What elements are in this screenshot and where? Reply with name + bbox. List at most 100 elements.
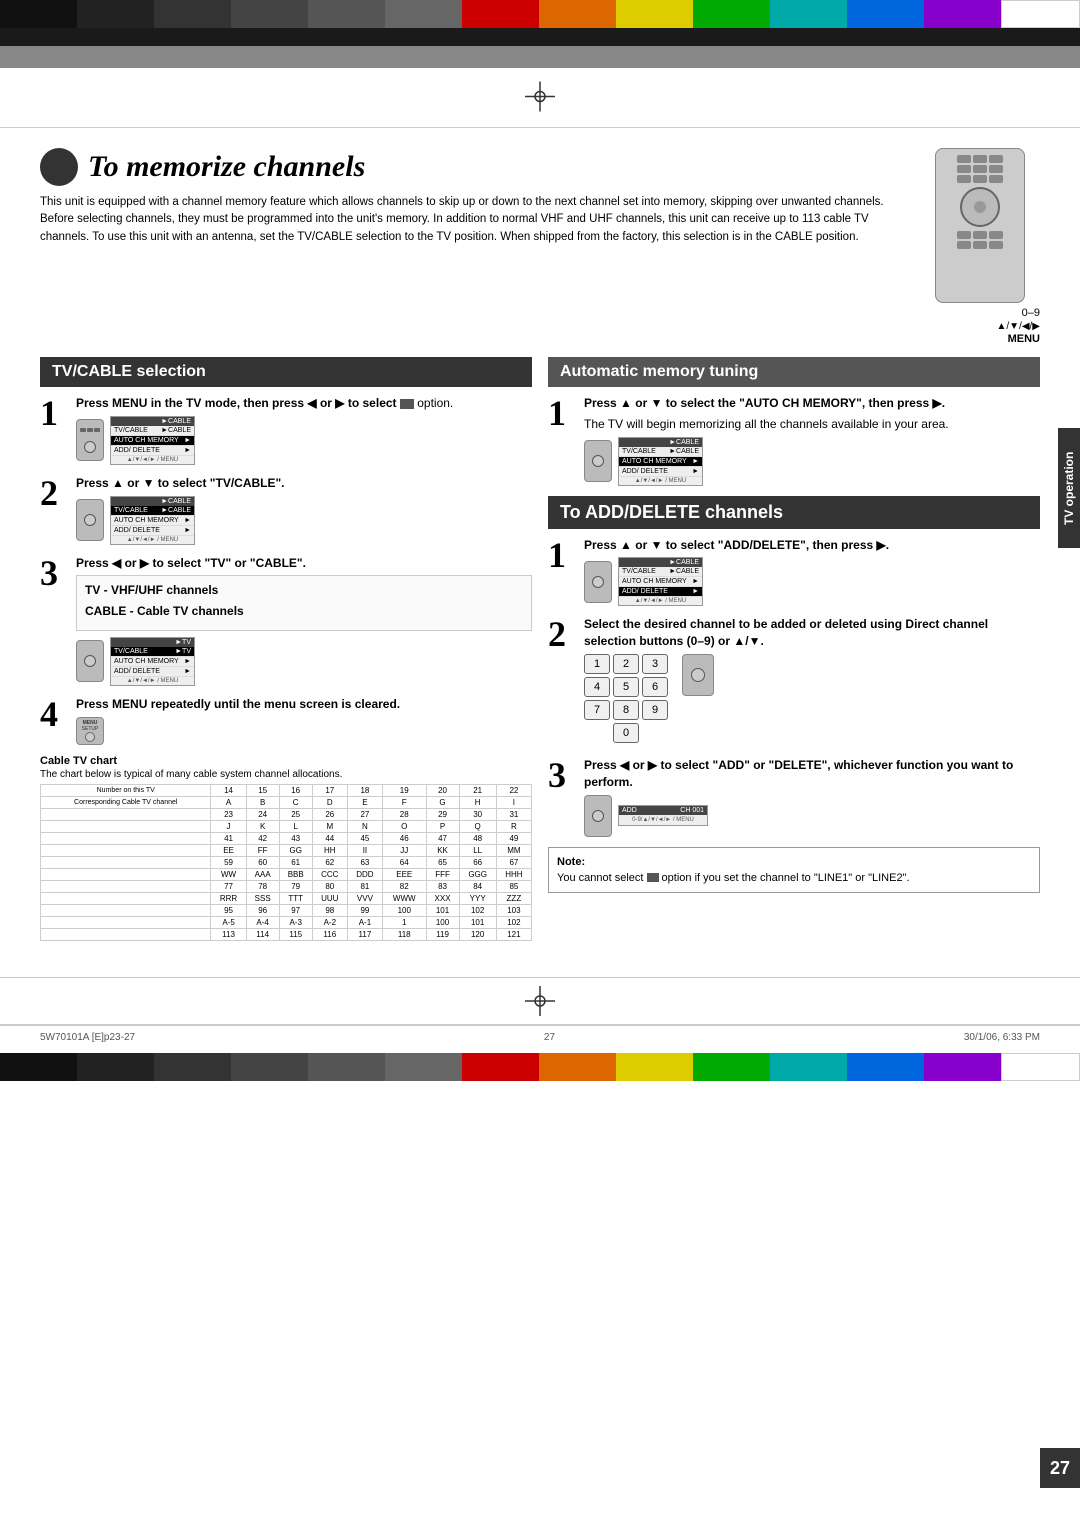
page-number-box: 27 [1040,1448,1080,1488]
footer-right-text: 30/1/06, 6:33 PM [964,1032,1040,1043]
footer-left-text: 5W70101A [E]p23-27 [40,1032,135,1043]
bottom-color-block-purple [924,1053,1001,1081]
top-color-bar [0,0,1080,28]
automem-step1-visuals: ►CABLE TV/CABLE►CABLE AUTO CH MEMORY► AD… [584,437,1040,486]
step4-body: Press MENU repeatedly until the menu scr… [76,696,532,745]
adddelete-step3-visuals: ADDCH 001 0-9/▲/▼/◄/► / MENU [584,795,1040,837]
main-content: To memorize channels This unit is equipp… [0,128,1080,977]
bottom-color-block-2 [77,1053,154,1081]
tvcable-step3: 3 Press ◀ or ▶ to select "TV" or "CABLE"… [40,555,532,686]
num-btn-8[interactable]: 8 [613,700,639,720]
note-text: You cannot select option if you set the … [557,872,1031,884]
bottom-color-block-white [1001,1053,1080,1081]
color-block-3 [154,0,231,28]
num-btn-9[interactable]: 9 [642,700,668,720]
num-btn-2[interactable]: 2 [613,654,639,674]
footer: 5W70101A [E]p23-27 27 30/1/06, 6:33 PM [0,1025,1080,1049]
remote-arrows-label: ▲/▼/◀/▶ [920,321,1040,332]
cable-chart: Cable TV chart The chart below is typica… [40,755,532,941]
adddelete-step1-number: 1 [548,537,576,607]
step3-body: Press ◀ or ▶ to select "TV" or "CABLE". … [76,555,532,686]
step2-body: Press ▲ or ▼ to select "TV/CABLE". ►CABL… [76,475,532,545]
num-btn-3[interactable]: 3 [642,654,668,674]
remote-09-label: 0–9 [920,307,1040,319]
bottom-color-block-blue [847,1053,924,1081]
footer-crosshair-icon [525,986,555,1016]
tvcable-step4: 4 Press MENU repeatedly until the menu s… [40,696,532,745]
color-block-purple [924,0,1001,28]
color-block-orange [539,0,616,28]
color-block-cyan [770,0,847,28]
automemory-header: Automatic memory tuning [548,357,1040,387]
adddelete-step3-body: Press ◀ or ▶ to select "ADD" or "DELETE"… [584,757,1040,837]
sidebar-label: TV operation [1058,428,1080,548]
header-crosshair-icon [525,81,555,111]
tvcable-section: TV/CABLE selection 1 Press MENU in the T… [40,357,532,941]
num-btn-4[interactable]: 4 [584,677,610,697]
note-box: Note: You cannot select option if you se… [548,847,1040,893]
footer-center-text: 27 [544,1032,555,1043]
step3-visuals: ►TV TV/CABLE►TV AUTO CH MEMORY► ADD/ DEL… [76,637,532,686]
bottom-color-block-1 [0,1053,77,1081]
automem-step1-number: 1 [548,395,576,486]
bottom-color-block-orange [539,1053,616,1081]
step1-number: 1 [40,395,68,465]
color-block-red [462,0,539,28]
bottom-color-block-5 [308,1053,385,1081]
two-columns-section: TV/CABLE selection 1 Press MENU in the T… [40,357,1040,941]
bottom-color-block-yellow [616,1053,693,1081]
step2-number: 2 [40,475,68,545]
intro-paragraph: This unit is equipped with a channel mem… [40,194,900,246]
num-btn-0[interactable]: 0 [613,723,639,743]
tvcable-infobox: TV - VHF/UHF channels CABLE - Cable TV c… [76,575,532,631]
step1-body: Press MENU in the TV mode, then press ◀ … [76,395,532,465]
bottom-color-block-4 [231,1053,308,1081]
color-block-2 [77,0,154,28]
tvcable-header: TV/CABLE selection [40,357,532,387]
adddelete-step2-number: 2 [548,616,576,747]
remote-control-area: 0–9 ▲/▼/◀/▶ MENU [920,148,1040,345]
adddelete-step1: 1 Press ▲ or ▼ to select "ADD/DELETE", t… [548,537,1040,607]
gray-bar [0,46,1080,68]
num-btn-6[interactable]: 6 [642,677,668,697]
step3-number: 3 [40,555,68,686]
title-icon [40,148,78,186]
page-title: To memorize channels [88,150,365,184]
bottom-color-block-3 [154,1053,231,1081]
num-btn-1[interactable]: 1 [584,654,610,674]
step4-number: 4 [40,696,68,745]
adddelete-step3: 3 Press ◀ or ▶ to select "ADD" or "DELET… [548,757,1040,837]
bottom-color-block-cyan [770,1053,847,1081]
color-block-5 [308,0,385,28]
color-block-green [693,0,770,28]
bottom-color-block-red [462,1053,539,1081]
bottom-color-bar [0,1053,1080,1081]
num-btn-5[interactable]: 5 [613,677,639,697]
bottom-color-block-6 [385,1053,462,1081]
step1-visuals: ►CABLE TV/CABLE►CABLE AUTO CH MEMORY► AD… [76,416,532,465]
color-block-4 [231,0,308,28]
adddelete-step1-body: Press ▲ or ▼ to select "ADD/DELETE", the… [584,537,1040,607]
remote-menu-label: MENU [920,333,1040,345]
step2-visuals: ►CABLE TV/CABLE►CABLE AUTO CH MEMORY► AD… [76,496,532,545]
automem-step1: 1 Press ▲ or ▼ to select the "AUTO CH ME… [548,395,1040,486]
color-block-blue [847,0,924,28]
num-btn-7[interactable]: 7 [584,700,610,720]
top-black-strip [0,28,1080,46]
color-block-1 [0,0,77,28]
header-area [0,68,1080,128]
color-block-6 [385,0,462,28]
automemory-adddelete-section: Automatic memory tuning 1 Press ▲ or ▼ t… [548,357,1040,941]
adddelete-header: To ADD/DELETE channels [548,496,1040,529]
adddelete-step2-visuals: 1 2 3 4 5 6 7 8 9 0 [584,654,1040,747]
adddelete-step3-number: 3 [548,757,576,837]
bottom-color-block-green [693,1053,770,1081]
color-block-yellow [616,0,693,28]
adddelete-step1-visuals: ►CABLE TV/CABLE►CABLE AUTO CH MEMORY► AD… [584,557,1040,606]
cable-table: Number on this TV 141516171819202122 Cor… [40,784,532,941]
adddelete-step2: 2 Select the desired channel to be added… [548,616,1040,747]
color-block-white [1001,0,1080,28]
tvcable-step2: 2 Press ▲ or ▼ to select "TV/CABLE". ►CA… [40,475,532,545]
automem-step1-body: Press ▲ or ▼ to select the "AUTO CH MEMO… [584,395,1040,486]
tvcable-step1: 1 Press MENU in the TV mode, then press … [40,395,532,465]
